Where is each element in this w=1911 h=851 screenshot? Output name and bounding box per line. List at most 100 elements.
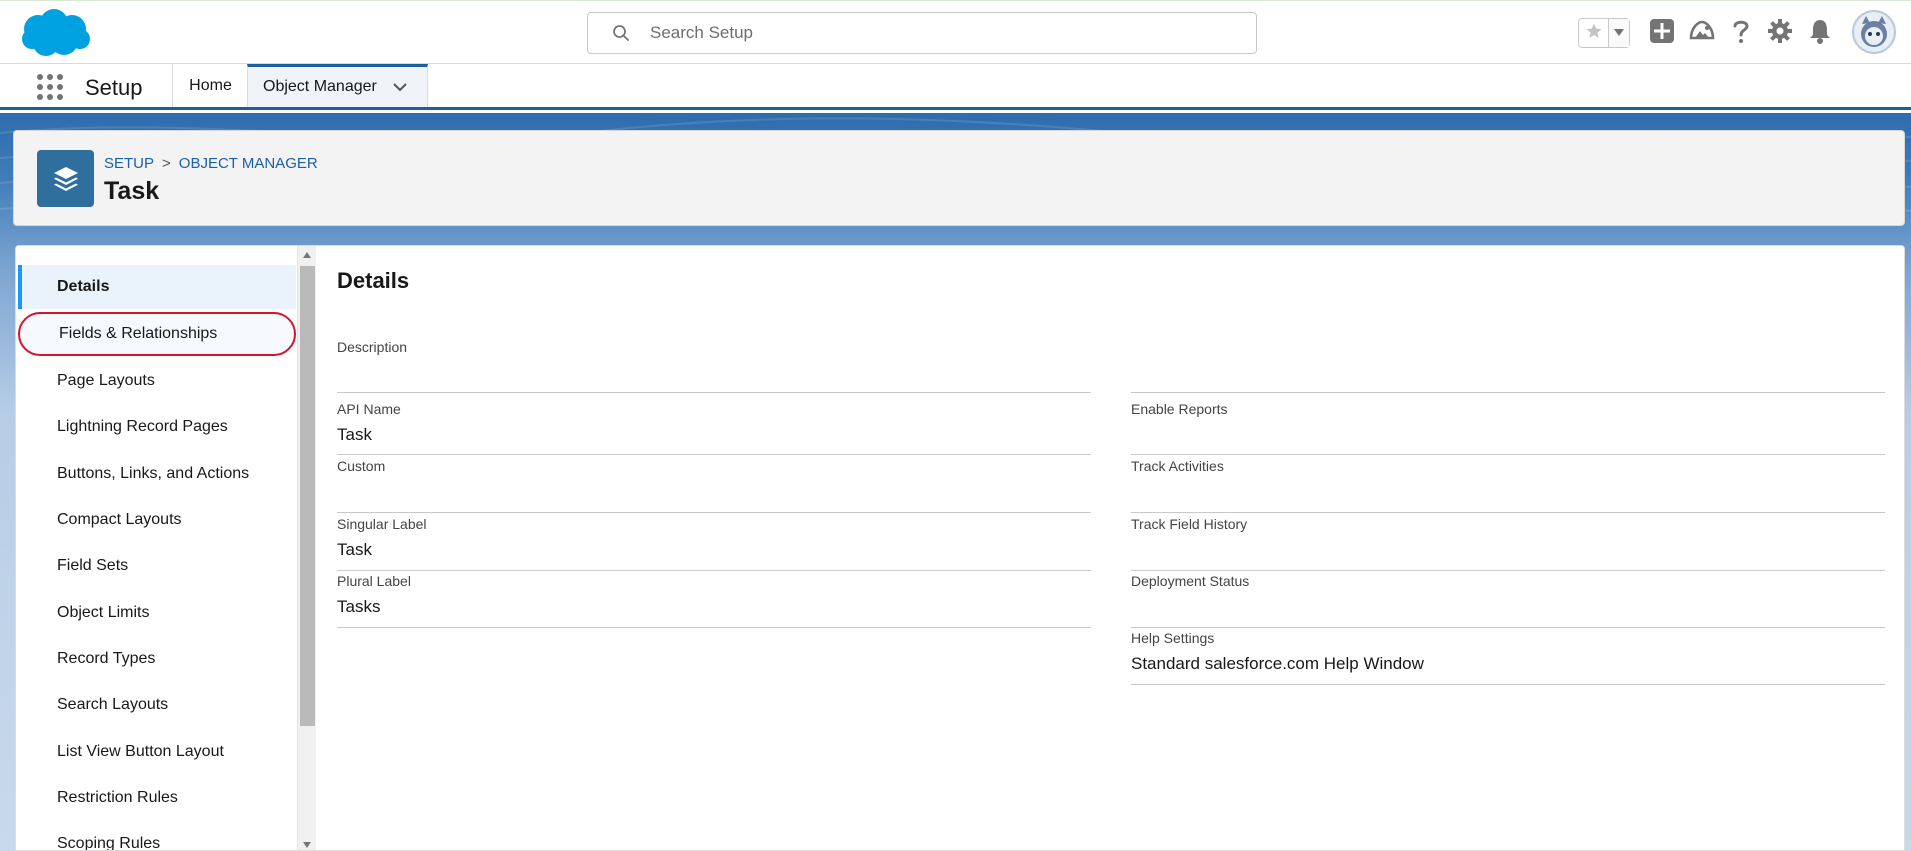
field-label: Plural Label bbox=[337, 573, 411, 589]
global-header bbox=[0, 0, 1911, 64]
tab-object-manager[interactable]: Object Manager bbox=[247, 64, 428, 107]
field-description: Description bbox=[337, 339, 1091, 393]
sidebar-item-scoping-rules[interactable]: Scoping Rules bbox=[18, 822, 296, 851]
object-layers-icon bbox=[37, 150, 94, 207]
field-value bbox=[1131, 597, 1885, 621]
sidebar-item-page-layouts[interactable]: Page Layouts bbox=[18, 359, 296, 403]
sidebar-item-record-types[interactable]: Record Types bbox=[18, 637, 296, 681]
field-label: Help Settings bbox=[1131, 630, 1215, 646]
field-right-blank bbox=[1131, 339, 1885, 393]
object-sidebar-nav: Details Fields & Relationships Page Layo… bbox=[16, 246, 296, 851]
chevron-down-icon[interactable] bbox=[391, 78, 409, 96]
field-singular-label: Singular Label Task bbox=[337, 516, 1091, 571]
sidebar-item-search-layouts[interactable]: Search Layouts bbox=[18, 683, 296, 727]
field-deployment-status: Deployment Status bbox=[1131, 573, 1885, 628]
field-value: Standard salesforce.com Help Window bbox=[1131, 654, 1424, 673]
details-heading: Details bbox=[337, 268, 410, 293]
scrollbar-thumb[interactable] bbox=[300, 266, 315, 726]
sidebar-item-label: Restriction Rules bbox=[57, 789, 178, 806]
field-label: Track Activities bbox=[1131, 458, 1224, 474]
field-label: Enable Reports bbox=[1131, 401, 1228, 417]
breadcrumb: SETUP > OBJECT MANAGER bbox=[104, 155, 318, 172]
search-icon bbox=[612, 24, 630, 42]
breadcrumb-setup[interactable]: SETUP bbox=[104, 155, 154, 172]
tab-object-manager-label: Object Manager bbox=[263, 78, 377, 95]
sidebar-item-label: Search Layouts bbox=[57, 696, 169, 713]
sidebar-item-lightning-record-pages[interactable]: Lightning Record Pages bbox=[18, 405, 296, 449]
sidebar-item-fields-relationships[interactable]: Fields & Relationships bbox=[18, 312, 296, 356]
question-icon bbox=[1731, 18, 1751, 49]
app-launcher-icon bbox=[36, 74, 64, 105]
field-api-name: API Name Task bbox=[337, 401, 1091, 455]
tab-home-label: Home bbox=[189, 76, 232, 94]
sidebar-scrollbar[interactable] bbox=[297, 246, 316, 850]
details-content: Details Description API Name Task Custom… bbox=[337, 246, 1897, 850]
field-track-activities: Track Activities bbox=[1131, 458, 1885, 513]
sidebar-item-label: Compact Layouts bbox=[57, 511, 182, 528]
field-value: Task bbox=[337, 425, 372, 444]
star-icon bbox=[1585, 22, 1603, 45]
user-avatar[interactable] bbox=[1852, 10, 1896, 54]
sidebar-item-buttons-links-actions[interactable]: Buttons, Links, and Actions bbox=[18, 452, 296, 496]
field-value: Task bbox=[337, 540, 372, 559]
field-value bbox=[337, 482, 1091, 506]
field-value bbox=[337, 363, 1091, 387]
field-value bbox=[1131, 540, 1885, 564]
field-label: Description bbox=[337, 339, 408, 355]
breadcrumb-separator: > bbox=[162, 155, 171, 172]
favorites-menu-button[interactable] bbox=[1609, 19, 1629, 47]
field-plural-label: Plural Label Tasks bbox=[337, 573, 1091, 628]
plus-icon bbox=[1649, 18, 1675, 49]
sidebar-item-restriction-rules[interactable]: Restriction Rules bbox=[18, 776, 296, 820]
field-help-settings: Help Settings Standard salesforce.com He… bbox=[1131, 630, 1885, 685]
tab-home[interactable]: Home bbox=[172, 64, 248, 107]
field-custom: Custom bbox=[337, 458, 1091, 513]
favorites-star-button[interactable] bbox=[1579, 19, 1609, 47]
sidebar-item-label: Object Limits bbox=[57, 604, 150, 621]
object-page-header: SETUP > OBJECT MANAGER Task bbox=[13, 130, 1905, 226]
field-value bbox=[1131, 425, 1885, 449]
field-value: Tasks bbox=[337, 597, 381, 616]
sidebar-item-object-limits[interactable]: Object Limits bbox=[18, 591, 296, 635]
search-setup-input[interactable] bbox=[650, 23, 1230, 43]
field-label: API Name bbox=[337, 401, 401, 417]
sidebar-item-compact-layouts[interactable]: Compact Layouts bbox=[18, 498, 296, 542]
notifications-button[interactable] bbox=[1806, 19, 1834, 47]
field-track-field-history: Track Field History bbox=[1131, 516, 1885, 571]
favorites-group bbox=[1578, 18, 1630, 48]
scroll-up-arrow[interactable] bbox=[298, 248, 316, 262]
setup-gear-button[interactable] bbox=[1766, 18, 1794, 49]
sidebar-item-label: List View Button Layout bbox=[57, 743, 224, 760]
app-name: Setup bbox=[85, 75, 143, 100]
field-label: Custom bbox=[337, 458, 386, 474]
field-label: Deployment Status bbox=[1131, 573, 1250, 589]
sidebar-item-details[interactable]: Details bbox=[18, 265, 296, 309]
chevron-down-icon bbox=[1614, 24, 1624, 42]
trailhead-button[interactable] bbox=[1688, 19, 1716, 47]
sidebar-item-label: Record Types bbox=[57, 650, 156, 667]
sidebar-item-label: Scoping Rules bbox=[57, 835, 161, 851]
context-bar: Setup Home Object Manager bbox=[0, 64, 1911, 110]
search-setup-box[interactable] bbox=[587, 12, 1257, 54]
main-panel: Details Fields & Relationships Page Layo… bbox=[15, 245, 1905, 851]
field-label: Singular Label bbox=[337, 516, 427, 532]
sidebar-item-label: Buttons, Links, and Actions bbox=[57, 465, 250, 482]
sidebar-item-field-sets[interactable]: Field Sets bbox=[18, 544, 296, 588]
trailhead-icon bbox=[1688, 18, 1716, 49]
field-label: Track Field History bbox=[1131, 516, 1248, 532]
gear-icon bbox=[1767, 18, 1793, 49]
sidebar-item-label: Field Sets bbox=[57, 557, 129, 574]
breadcrumb-object-manager[interactable]: OBJECT MANAGER bbox=[179, 155, 318, 172]
global-actions-button[interactable] bbox=[1648, 18, 1676, 49]
bell-icon bbox=[1808, 18, 1832, 49]
salesforce-logo[interactable] bbox=[18, 7, 92, 59]
sidebar-item-label: Details bbox=[57, 278, 110, 295]
sidebar-item-list-view-button-layout[interactable]: List View Button Layout bbox=[18, 730, 296, 774]
app-launcher-button[interactable] bbox=[36, 73, 64, 101]
scroll-down-arrow[interactable] bbox=[298, 838, 316, 850]
field-enable-reports: Enable Reports bbox=[1131, 401, 1885, 455]
help-button[interactable] bbox=[1727, 19, 1755, 47]
sidebar-item-label: Lightning Record Pages bbox=[57, 418, 228, 435]
sidebar-item-label: Page Layouts bbox=[57, 372, 155, 389]
page-title: Task bbox=[104, 177, 160, 205]
